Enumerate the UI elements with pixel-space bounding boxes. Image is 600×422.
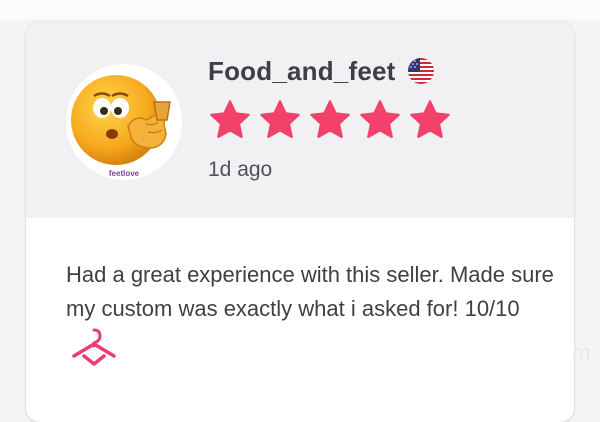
star-icon xyxy=(258,98,302,142)
review-card: feetlove Food_and_feet 1d ago Had a grea… xyxy=(26,22,574,422)
star-icon xyxy=(308,98,352,142)
star-icon xyxy=(358,98,402,142)
rating-stars xyxy=(208,98,452,142)
avatar-brand-label: feetlove xyxy=(109,169,140,178)
review-text: Had a great experience with this seller.… xyxy=(66,262,554,321)
top-edge xyxy=(0,0,600,20)
star-icon xyxy=(208,98,252,142)
edge-watermark: m xyxy=(572,340,591,365)
review-body: Had a great experience with this seller.… xyxy=(66,258,556,376)
us-flag-icon xyxy=(407,58,434,84)
reviewer-avatar[interactable]: feetlove xyxy=(66,64,182,180)
hanger-logo-icon xyxy=(70,326,118,376)
star-icon xyxy=(408,98,452,142)
review-time: 1d ago xyxy=(208,158,273,181)
review-header: feetlove Food_and_feet 1d ago xyxy=(26,22,574,218)
reviewer-username[interactable]: Food_and_feet xyxy=(208,56,396,87)
username-row: Food_and_feet xyxy=(208,54,434,88)
emoji-avatar-icon: feetlove xyxy=(71,75,171,178)
